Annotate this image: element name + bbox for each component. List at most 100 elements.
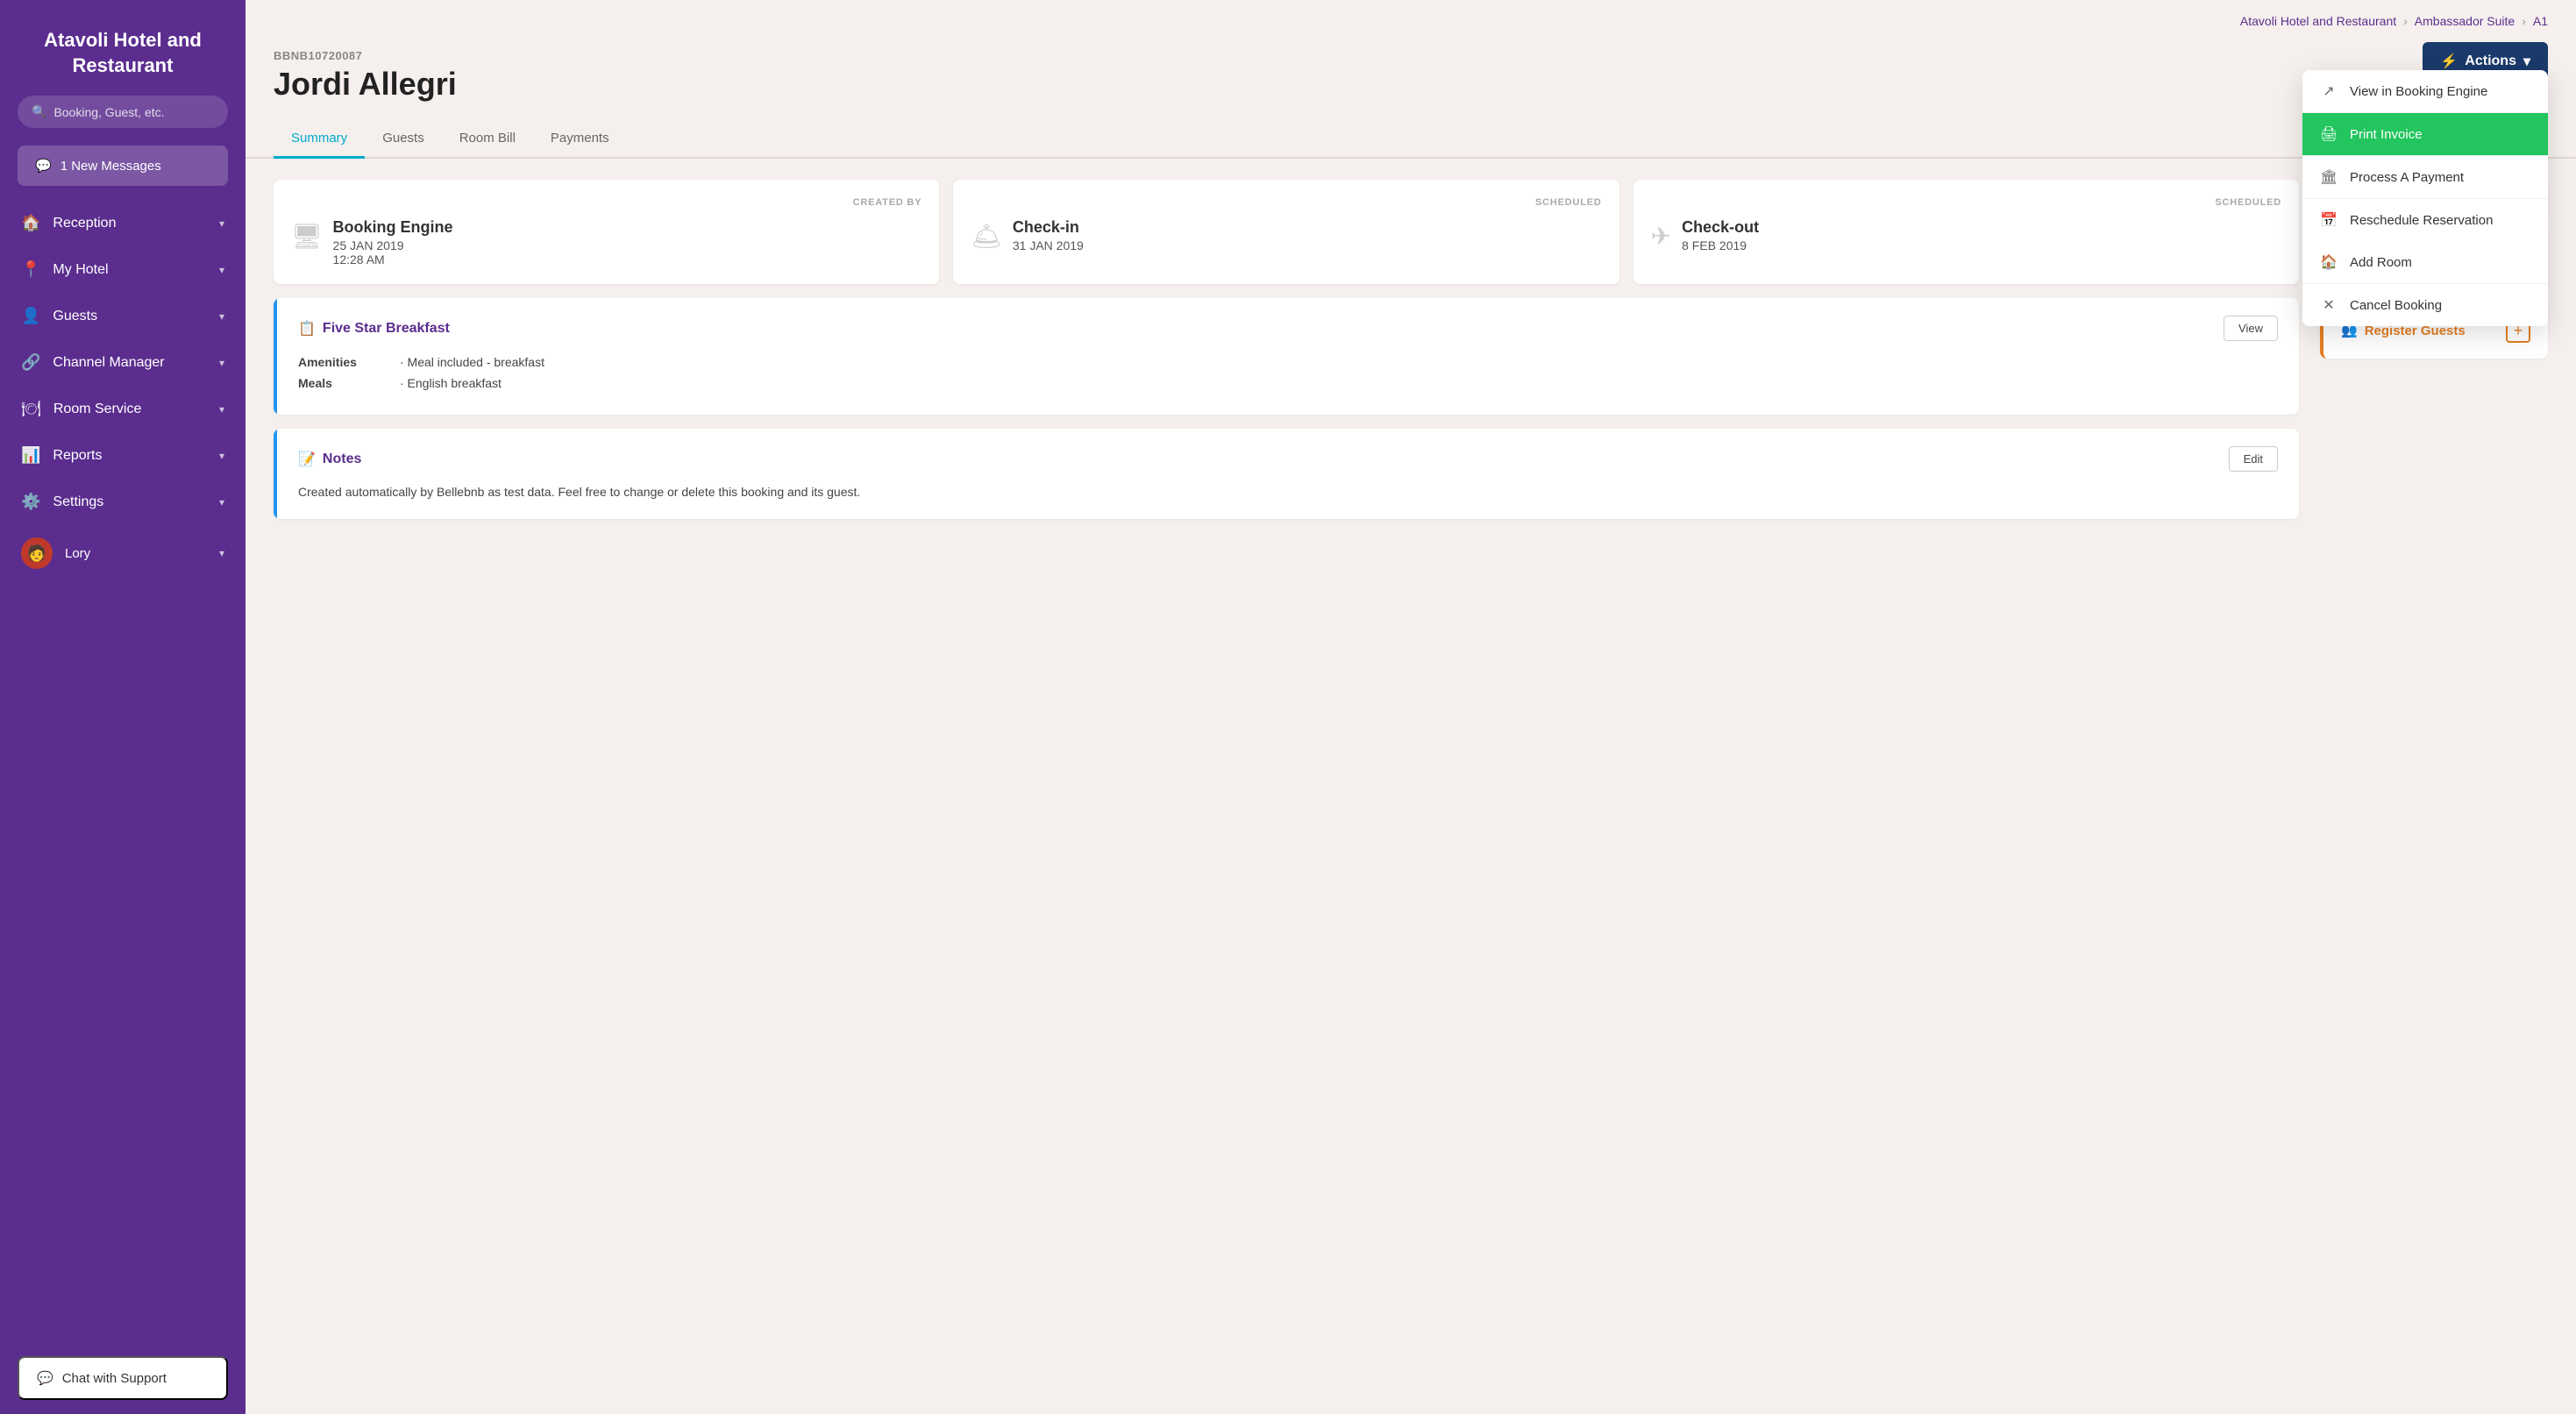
booking-card-checkin: SCHEDULED 🛎 Check-in 31 JAN 2019 bbox=[953, 180, 1619, 284]
checkin-date: 31 JAN 2019 bbox=[1013, 238, 1084, 252]
package-icon: 📋 bbox=[298, 320, 316, 338]
checkout-icon: ✈ bbox=[1651, 222, 1671, 251]
room-service-chevron: ▾ bbox=[219, 403, 224, 416]
chat-support-button[interactable]: 💬 Chat with Support bbox=[18, 1356, 228, 1400]
edit-notes-button[interactable]: Edit bbox=[2229, 446, 2278, 472]
menu-item-reschedule[interactable]: 📅 Reschedule Reservation bbox=[2302, 199, 2548, 241]
nav-list: 🏠 Reception ▾ 📍 My Hotel ▾ 👤 Guests ▾ 🔗 … bbox=[0, 200, 246, 525]
checkin-title: Check-in bbox=[1013, 218, 1084, 237]
print-invoice-label: Print Invoice bbox=[2350, 127, 2423, 142]
reception-chevron: ▾ bbox=[219, 217, 224, 230]
view-booking-engine-label: View in Booking Engine bbox=[2350, 84, 2487, 99]
search-icon-sidebar: 🔍 bbox=[32, 104, 46, 119]
tab-summary[interactable]: Summary bbox=[274, 120, 365, 159]
sidebar-item-guests[interactable]: 👤 Guests ▾ bbox=[0, 293, 246, 339]
tab-guests[interactable]: Guests bbox=[365, 120, 442, 159]
booking-card-created: CREATED BY 🖥 Booking Engine 25 JAN 2019 … bbox=[274, 180, 939, 284]
room-service-label: Room Service bbox=[53, 401, 141, 417]
breadcrumb-room-code: A1 bbox=[2533, 14, 2548, 28]
settings-chevron: ▾ bbox=[219, 496, 224, 508]
add-room-label: Add Room bbox=[2350, 255, 2412, 270]
room-service-icon: 🍽 bbox=[21, 400, 41, 418]
guests-icon: 👤 bbox=[21, 307, 40, 325]
booking-created-time: 12:28 AM bbox=[333, 252, 453, 266]
search-bar[interactable]: 🔍 Booking, Guest, etc. bbox=[18, 96, 228, 128]
sidebar-item-reception[interactable]: 🏠 Reception ▾ bbox=[0, 200, 246, 246]
content-body: CREATED BY 🖥 Booking Engine 25 JAN 2019 … bbox=[246, 159, 2576, 1414]
amenities-label: Amenities bbox=[298, 355, 386, 369]
rate-package-title: 📋 Five Star Breakfast bbox=[298, 320, 450, 338]
view-package-button[interactable]: View bbox=[2224, 316, 2278, 341]
booking-engine-icon: 🖥 bbox=[291, 222, 323, 251]
notes-title: 📝 Notes bbox=[298, 451, 361, 468]
process-payment-label: Process A Payment bbox=[2350, 170, 2464, 185]
reports-icon: 📊 bbox=[21, 446, 40, 465]
channel-manager-icon: 🔗 bbox=[21, 353, 40, 372]
sidebar-item-reports[interactable]: 📊 Reports ▾ bbox=[0, 432, 246, 479]
reschedule-icon: 📅 bbox=[2320, 211, 2338, 229]
sidebar: Atavoli Hotel andRestaurant 🔍 Booking, G… bbox=[0, 0, 246, 1414]
tab-room-bill[interactable]: Room Bill bbox=[442, 120, 533, 159]
view-booking-engine-icon: ↗ bbox=[2320, 82, 2338, 100]
breadcrumb-sep-2: › bbox=[2522, 14, 2526, 28]
checkout-date: 8 FEB 2019 bbox=[1682, 238, 1759, 252]
add-room-icon: 🏠 bbox=[2320, 253, 2338, 271]
booking-id: BBNB10720087 bbox=[274, 49, 2548, 62]
checkin-label: SCHEDULED bbox=[971, 197, 1601, 208]
sidebar-header: Atavoli Hotel andRestaurant bbox=[0, 0, 246, 96]
menu-item-process-payment[interactable]: 🏛 Process A Payment bbox=[2302, 156, 2548, 198]
chat-support-label: Chat with Support bbox=[62, 1371, 167, 1386]
package-name: Five Star Breakfast bbox=[323, 321, 450, 337]
reschedule-label: Reschedule Reservation bbox=[2350, 213, 2493, 228]
left-column: CREATED BY 🖥 Booking Engine 25 JAN 2019 … bbox=[274, 180, 2299, 1393]
tab-payments[interactable]: Payments bbox=[533, 120, 627, 159]
reception-label: Reception bbox=[53, 216, 116, 231]
main-content: Atavoli Hotel and Restaurant › Ambassado… bbox=[246, 0, 2576, 1414]
actions-chevron-icon: ▾ bbox=[2523, 53, 2530, 70]
print-invoice-icon: 🖨 bbox=[2320, 125, 2338, 143]
my-hotel-label: My Hotel bbox=[53, 262, 108, 278]
booking-engine-title: Booking Engine bbox=[333, 218, 453, 237]
rate-package-card: 📋 Five Star Breakfast View Amenities · M… bbox=[274, 298, 2299, 415]
breadcrumb-room[interactable]: Ambassador Suite bbox=[2415, 14, 2515, 28]
notes-icon: 📝 bbox=[298, 451, 316, 468]
checkout-title: Check-out bbox=[1682, 218, 1759, 237]
amenities-row: Amenities · Meal included - breakfast bbox=[298, 355, 2278, 369]
user-chevron: ▾ bbox=[219, 547, 224, 559]
channel-manager-chevron: ▾ bbox=[219, 357, 224, 369]
checkout-label: SCHEDULED bbox=[1651, 197, 2281, 208]
user-name: Lory bbox=[65, 546, 90, 561]
user-menu[interactable]: 🧑 Lory ▾ bbox=[0, 525, 246, 581]
settings-label: Settings bbox=[53, 494, 103, 510]
booking-created-date: 25 JAN 2019 bbox=[333, 238, 453, 252]
sidebar-item-settings[interactable]: ⚙️ Settings ▾ bbox=[0, 479, 246, 525]
new-messages-button[interactable]: 💬 1 New Messages bbox=[18, 146, 228, 186]
notes-card: 📝 Notes Edit Created automatically by Be… bbox=[274, 429, 2299, 519]
cancel-booking-icon: ✕ bbox=[2320, 296, 2338, 314]
breadcrumb-hotel[interactable]: Atavoli Hotel and Restaurant bbox=[2240, 14, 2396, 28]
sidebar-item-room-service[interactable]: 🍽 Room Service ▾ bbox=[0, 386, 246, 432]
notes-text: Created automatically by Bellebnb as tes… bbox=[298, 482, 2278, 501]
sidebar-title: Atavoli Hotel andRestaurant bbox=[21, 28, 224, 78]
search-placeholder: Booking, Guest, etc. bbox=[53, 105, 164, 119]
sidebar-item-channel-manager[interactable]: 🔗 Channel Manager ▾ bbox=[0, 339, 246, 386]
menu-item-view-booking-engine[interactable]: ↗ View in Booking Engine bbox=[2302, 70, 2548, 112]
created-label: CREATED BY bbox=[291, 197, 922, 208]
guests-label: Guests bbox=[53, 309, 97, 324]
meals-value: · English breakfast bbox=[400, 376, 502, 390]
guest-name: Jordi Allegri bbox=[274, 66, 2548, 103]
amenities-value: · Meal included - breakfast bbox=[400, 355, 544, 369]
meals-label: Meals bbox=[298, 376, 386, 390]
meals-row: Meals · English breakfast bbox=[298, 376, 2278, 390]
menu-item-add-room[interactable]: 🏠 Add Room bbox=[2302, 241, 2548, 283]
reports-chevron: ▾ bbox=[219, 450, 224, 462]
my-hotel-chevron: ▾ bbox=[219, 264, 224, 276]
menu-item-print-invoice[interactable]: 🖨 Print Invoice bbox=[2302, 113, 2548, 155]
guests-chevron: ▾ bbox=[219, 310, 224, 323]
booking-cards: CREATED BY 🖥 Booking Engine 25 JAN 2019 … bbox=[274, 180, 2299, 284]
avatar: 🧑 bbox=[21, 537, 53, 569]
sidebar-item-my-hotel[interactable]: 📍 My Hotel ▾ bbox=[0, 246, 246, 293]
channel-manager-label: Channel Manager bbox=[53, 355, 164, 371]
reception-icon: 🏠 bbox=[21, 214, 40, 232]
menu-item-cancel-booking[interactable]: ✕ Cancel Booking bbox=[2302, 284, 2548, 326]
